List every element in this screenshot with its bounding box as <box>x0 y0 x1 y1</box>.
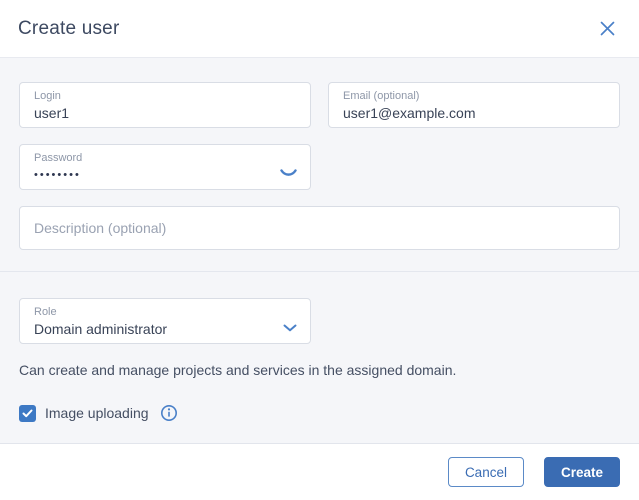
section-divider <box>0 271 639 272</box>
image-uploading-label[interactable]: Image uploading <box>45 405 149 421</box>
info-icon <box>160 404 178 422</box>
description-input[interactable] <box>34 219 605 238</box>
close-icon <box>599 20 616 37</box>
check-icon <box>22 409 33 418</box>
login-email-row: Login Email (optional) <box>19 82 620 128</box>
description-field[interactable] <box>19 206 620 250</box>
password-row: Password <box>19 144 620 190</box>
email-label: Email (optional) <box>343 89 607 103</box>
cancel-button[interactable]: Cancel <box>448 457 524 487</box>
chevron-down-icon <box>283 324 297 332</box>
password-visibility-toggle[interactable] <box>280 169 297 178</box>
image-uploading-info-button[interactable] <box>160 404 178 422</box>
dialog-title: Create user <box>18 18 119 40</box>
dialog-header: Create user <box>0 0 639 57</box>
email-input[interactable] <box>343 104 607 123</box>
create-user-dialog: Create user Login Email (optional) <box>0 0 639 500</box>
login-input[interactable] <box>34 104 298 123</box>
password-input[interactable] <box>34 166 298 185</box>
role-select[interactable]: Role Domain administrator <box>19 298 311 344</box>
close-button[interactable] <box>596 18 618 40</box>
role-value: Domain administrator <box>34 320 298 339</box>
login-label: Login <box>34 89 298 103</box>
create-button[interactable]: Create <box>544 457 620 487</box>
role-label: Role <box>34 305 298 319</box>
image-uploading-checkbox[interactable] <box>19 405 36 422</box>
dialog-footer: Cancel Create <box>0 444 639 500</box>
email-field[interactable]: Email (optional) <box>328 82 620 128</box>
dialog-body: Login Email (optional) Password <box>0 57 639 444</box>
image-uploading-row: Image uploading <box>19 404 620 422</box>
login-field[interactable]: Login <box>19 82 311 128</box>
role-help-text: Can create and manage projects and servi… <box>19 360 620 380</box>
eye-closed-icon <box>280 169 297 178</box>
password-field[interactable]: Password <box>19 144 311 190</box>
password-label: Password <box>34 151 298 165</box>
